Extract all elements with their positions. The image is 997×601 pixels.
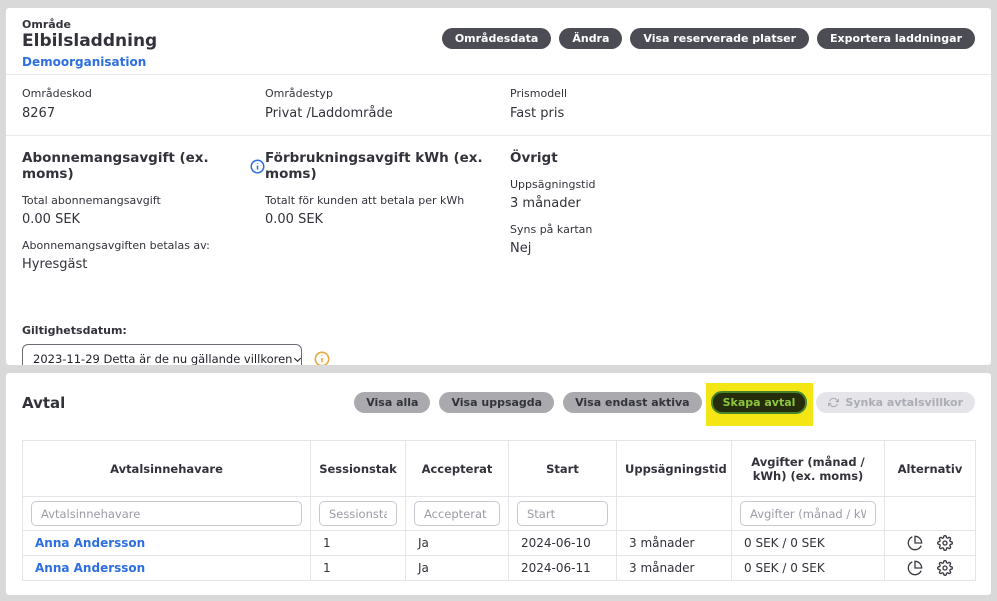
field-value: 0.00 SEK <box>265 212 510 227</box>
uppsagningstid-value: 3 månader <box>617 556 732 581</box>
field-value: 8267 <box>22 106 265 121</box>
section-abonnemangsavgift: Abonnemangsavgift (ex. moms) Total abonn… <box>22 150 265 284</box>
area-kicker: Område <box>22 18 157 31</box>
start-value: 2024-06-11 <box>509 556 617 581</box>
filter-sessionstak-input[interactable] <box>319 501 397 526</box>
sessionstak-value: 1 <box>311 556 406 581</box>
column-header-uppsagningstid: Uppsägningstid <box>617 441 732 497</box>
field-total-abonnemangsavgift: Total abonnemangsavgift 0.00 SEK <box>22 194 265 227</box>
gear-icon[interactable] <box>937 535 953 551</box>
filter-avtalsinnehavare-input[interactable] <box>31 501 302 526</box>
visa-alla-button[interactable]: Visa alla <box>354 392 430 413</box>
column-header-accepterat: Accepterat <box>406 441 509 497</box>
field-betalas-av: Abonnemangsavgiften betalas av: Hyresgäs… <box>22 239 265 272</box>
field-label: Områdeskod <box>22 87 265 100</box>
sessionstak-value: 1 <box>311 531 406 556</box>
section-title: Abonnemangsavgift (ex. moms) <box>22 150 244 182</box>
field-omradestyp: Områdestyp Privat /Laddområde <box>265 87 510 121</box>
field-omradeskod: Områdeskod 8267 <box>22 87 265 121</box>
filter-accepterat-input[interactable] <box>414 501 500 526</box>
field-value: Nej <box>510 241 975 256</box>
field-prismodell: Prismodell Fast pris <box>510 87 975 121</box>
field-label: Uppsägningstid <box>510 178 975 191</box>
section-title: Förbrukningsavgift kWh (ex. moms) <box>265 150 510 182</box>
uppsagningstid-value: 3 månader <box>617 531 732 556</box>
validity-label: Giltighetsdatum: <box>22 324 975 337</box>
synka-avtalsvillkor-label: Synka avtalsvillkor <box>845 396 963 409</box>
exportera-laddningar-button[interactable]: Exportera laddningar <box>817 28 975 49</box>
fee-sections: Abonnemangsavgift (ex. moms) Total abonn… <box>6 136 991 284</box>
filter-start-input[interactable] <box>517 501 608 526</box>
chevron-down-icon <box>292 354 302 365</box>
avtal-title: Avtal <box>22 394 65 412</box>
validity-date-select[interactable]: 2023-11-29 Detta är de nu gällande villk… <box>22 344 302 365</box>
field-label: Områdestyp <box>265 87 510 100</box>
validity-block: Giltighetsdatum: 2023-11-29 Detta är de … <box>22 324 975 365</box>
column-header-avtalsinnehavare: Avtalsinnehavare <box>23 441 311 497</box>
table-header-row: Avtalsinnehavare Sessionstak Accepterat … <box>23 441 976 497</box>
section-forbrukningsavgift: Förbrukningsavgift kWh (ex. moms) Totalt… <box>265 150 510 284</box>
field-value: 0.00 SEK <box>22 212 265 227</box>
field-value: Hyresgäst <box>22 257 265 272</box>
field-label: Syns på kartan <box>510 223 975 236</box>
skapa-avtal-highlight: Skapa avtal <box>711 391 808 414</box>
field-value: Fast pris <box>510 106 975 121</box>
avgifter-value: 0 SEK / 0 SEK <box>732 531 885 556</box>
warning-info-icon[interactable] <box>314 351 330 365</box>
accepterat-value: Ja <box>406 531 509 556</box>
omradesdata-button[interactable]: Områdesdata <box>442 28 552 49</box>
section-title: Övrigt <box>510 150 558 166</box>
column-header-avgifter: Avgifter (månad / kWh) (ex. moms) <box>732 441 885 497</box>
avtal-buttons: Visa alla Visa uppsagda Visa endast akti… <box>354 391 975 414</box>
row-actions <box>885 531 976 556</box>
info-icon[interactable] <box>250 159 265 174</box>
field-label: Totalt för kunden att betala per kWh <box>265 194 510 207</box>
field-label: Total abonnemangsavgift <box>22 194 265 207</box>
start-value: 2024-06-10 <box>509 531 617 556</box>
row-actions <box>885 556 976 581</box>
column-header-alternativ: Alternativ <box>885 441 976 497</box>
field-syns-pa-kartan: Syns på kartan Nej <box>510 223 975 256</box>
page-title: Elbilsladdning <box>22 31 157 51</box>
field-totalt-per-kwh: Totalt för kunden att betala per kWh 0.0… <box>265 194 510 227</box>
avtalsinnehavare-link[interactable]: Anna Andersson <box>23 531 311 556</box>
field-value: 3 månader <box>510 196 975 211</box>
visa-endast-aktiva-button[interactable]: Visa endast aktiva <box>563 392 701 413</box>
column-header-start: Start <box>509 441 617 497</box>
avtal-header: Avtal Visa alla Visa uppsagda Visa endas… <box>6 373 991 414</box>
filter-avgifter-input[interactable] <box>740 501 876 526</box>
andra-button[interactable]: Ändra <box>559 28 622 49</box>
field-label: Abonnemangsavgiften betalas av: <box>22 239 265 252</box>
field-value: Privat /Laddområde <box>265 106 510 121</box>
title-block: Område Elbilsladdning Demoorganisation <box>22 18 157 70</box>
avtal-card: Avtal Visa alla Visa uppsagda Visa endas… <box>6 373 991 595</box>
pie-chart-icon[interactable] <box>907 535 923 551</box>
filter-row <box>23 497 976 531</box>
field-label: Prismodell <box>510 87 975 100</box>
section-ovrigt: Övrigt Uppsägningstid 3 månader Syns på … <box>510 150 975 284</box>
header-buttons: Områdesdata Ändra Visa reserverade plats… <box>442 28 975 49</box>
field-uppsagningstid: Uppsägningstid 3 månader <box>510 178 975 211</box>
avgifter-value: 0 SEK / 0 SEK <box>732 556 885 581</box>
skapa-avtal-button[interactable]: Skapa avtal <box>711 391 808 414</box>
area-details-card: Område Elbilsladdning Demoorganisation O… <box>6 8 991 365</box>
visa-uppsagda-button[interactable]: Visa uppsagda <box>439 392 554 413</box>
area-header: Område Elbilsladdning Demoorganisation O… <box>6 8 991 74</box>
table-row: Anna Andersson 1 Ja 2024-06-10 3 månader… <box>23 531 976 556</box>
avtal-table: Avtalsinnehavare Sessionstak Accepterat … <box>22 440 976 581</box>
avtalsinnehavare-link[interactable]: Anna Andersson <box>23 556 311 581</box>
organisation-link[interactable]: Demoorganisation <box>22 55 146 69</box>
synka-avtalsvillkor-button[interactable]: Synka avtalsvillkor <box>816 392 975 413</box>
area-info-fields: Områdeskod 8267 Områdestyp Privat /Laddo… <box>6 75 991 135</box>
validity-selected-option: 2023-11-29 Detta är de nu gällande villk… <box>33 352 292 365</box>
column-header-sessionstak: Sessionstak <box>311 441 406 497</box>
visa-reserverade-platser-button[interactable]: Visa reserverade platser <box>630 28 809 49</box>
accepterat-value: Ja <box>406 556 509 581</box>
sync-icon <box>828 397 839 408</box>
table-row: Anna Andersson 1 Ja 2024-06-11 3 månader… <box>23 556 976 581</box>
pie-chart-icon[interactable] <box>907 560 923 576</box>
gear-icon[interactable] <box>937 560 953 576</box>
